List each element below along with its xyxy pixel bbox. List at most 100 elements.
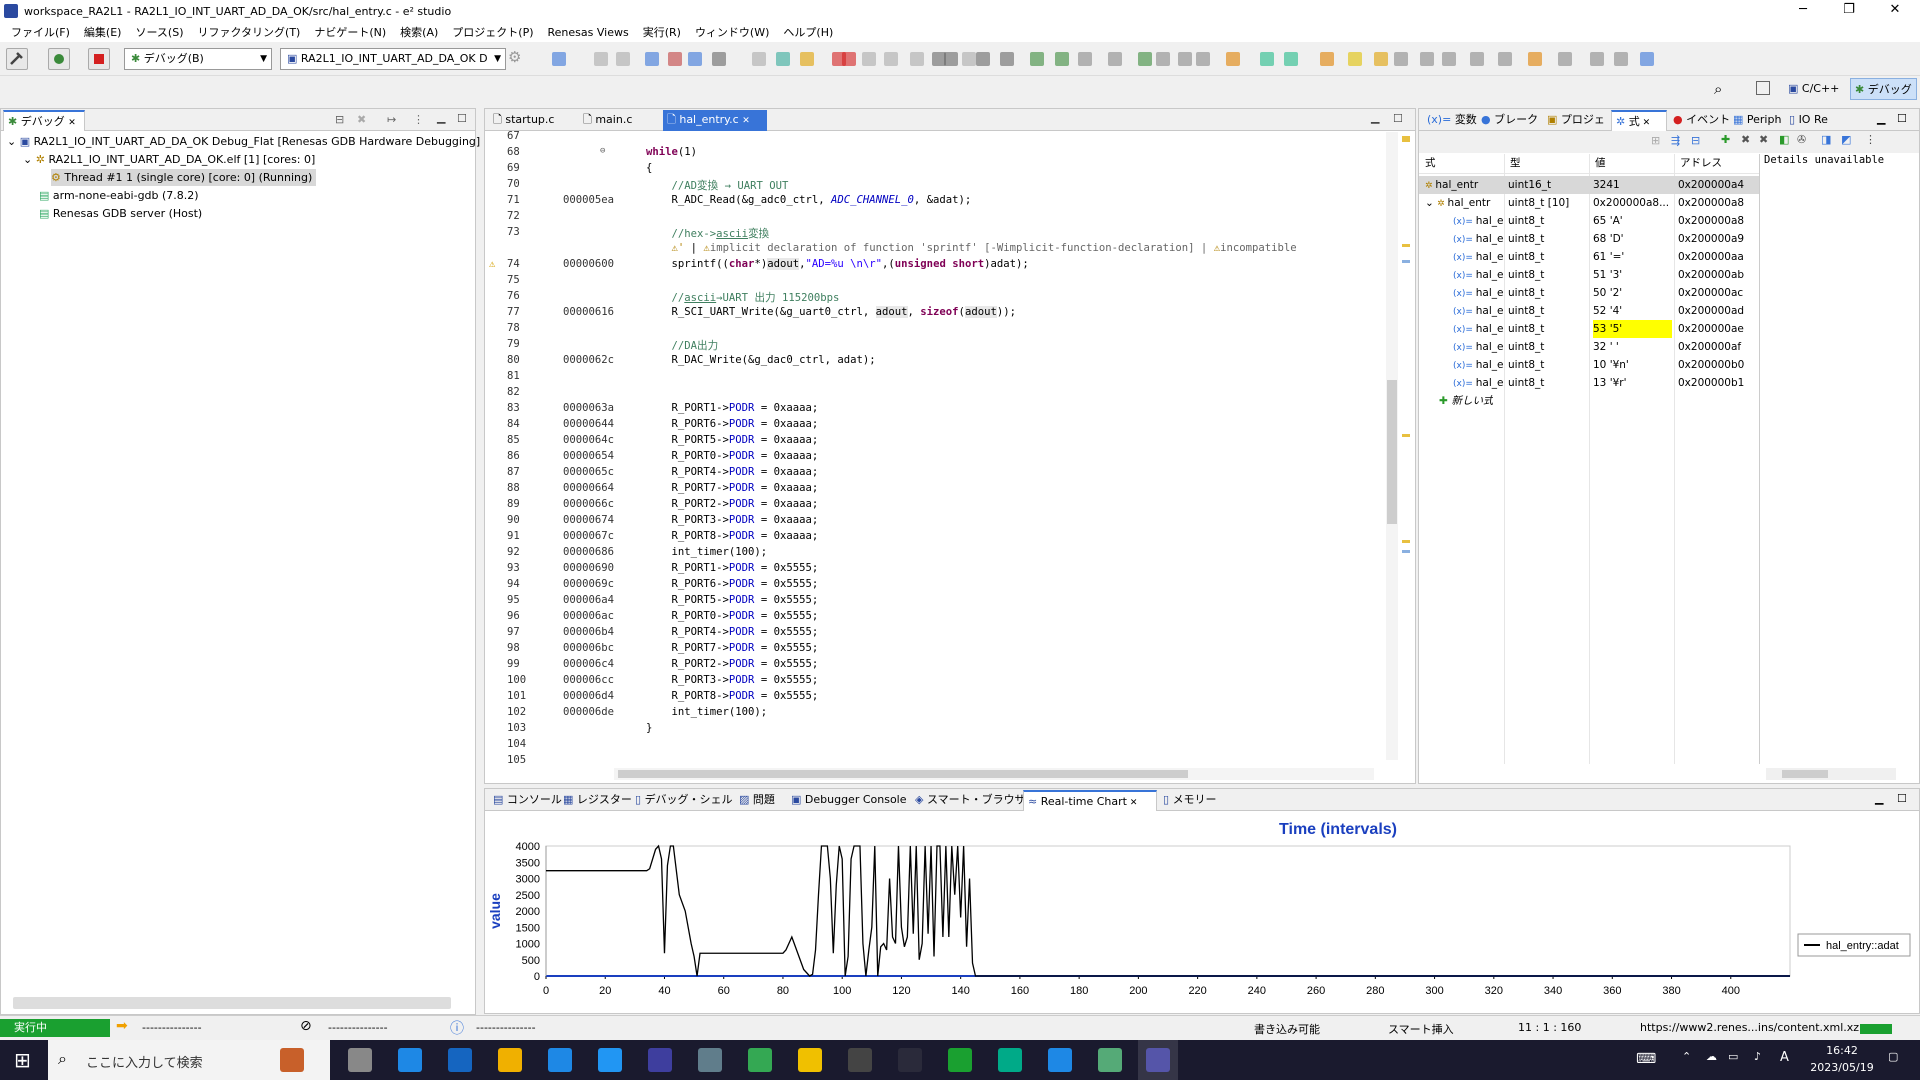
show-type-icon[interactable]: ⇶ bbox=[1671, 134, 1680, 147]
expression-row[interactable]: ⌄ ✲ hal_entr uint8_t [10] 0x200000a8... 0x2… bbox=[1419, 194, 1759, 212]
tab-variables[interactable]: (x)= 変数 bbox=[1423, 110, 1477, 131]
update-url[interactable]: https://www2.renes...ins/content.xml.xz bbox=[1640, 1021, 1859, 1034]
volume-icon[interactable]: ♪ bbox=[1754, 1050, 1761, 1063]
debug-launch-combo[interactable]: ✱ デバッグ(B) ▼ bbox=[124, 48, 272, 70]
occurrence-marker[interactable] bbox=[1402, 260, 1410, 263]
expression-row[interactable]: (x)= hal_e uint8_t 61 '=' 0x200000aa bbox=[1419, 248, 1759, 266]
close-icon[interactable]: ✕ bbox=[1127, 798, 1138, 808]
tab-debug[interactable]: ✱ デバッグ ✕ bbox=[3, 110, 85, 131]
realtime-icon[interactable]: ✇ bbox=[1797, 133, 1806, 146]
close-icon[interactable]: ✕ bbox=[742, 116, 750, 126]
toolbar-icon[interactable] bbox=[645, 52, 659, 66]
lightroom-icon[interactable] bbox=[898, 1048, 922, 1072]
toolbar-icon[interactable] bbox=[1260, 52, 1274, 66]
open-perspective-icon[interactable] bbox=[1756, 81, 1770, 95]
expression-row[interactable]: (x)= hal_e uint8_t 13 '¥r' 0x200000b1 bbox=[1419, 374, 1759, 392]
tab-hal-entry-c[interactable]: 🗋 hal_entry.c ✕ bbox=[663, 110, 767, 131]
toolbar-icon[interactable] bbox=[594, 52, 608, 66]
expression-row[interactable]: (x)= hal_e uint8_t 52 '4' 0x200000ad bbox=[1419, 302, 1759, 320]
search-icon[interactable]: ⌕ bbox=[1714, 80, 1722, 98]
new-expression-row[interactable]: ✚ 新しい式 bbox=[1439, 392, 1493, 410]
warning-icon[interactable]: ⚠ bbox=[489, 258, 495, 270]
toolbar-icon[interactable] bbox=[1055, 52, 1069, 66]
tree-launch[interactable]: ⌄ ▣ RA2L1_IO_INT_UART_AD_DA_OK Debug_Fla… bbox=[7, 133, 480, 150]
tab-debugger-console[interactable]: ▣ Debugger Console bbox=[787, 790, 909, 811]
windows-start-icon[interactable]: ⊞ bbox=[14, 1048, 31, 1072]
scroll-thumb[interactable] bbox=[1387, 380, 1397, 524]
task-view-icon[interactable] bbox=[348, 1048, 372, 1072]
chevron-up-icon[interactable]: ⌃ bbox=[1682, 1050, 1691, 1063]
menu-item[interactable]: 検索(A) bbox=[393, 24, 445, 40]
warning-marker[interactable] bbox=[1402, 244, 1410, 247]
toolbar-icon[interactable] bbox=[616, 52, 630, 66]
tree-elf[interactable]: ⌄ ✲ RA2L1_IO_INT_UART_AD_DA_OK.elf [1] [… bbox=[23, 151, 315, 168]
ime-indicator[interactable]: A bbox=[1780, 1050, 1789, 1065]
toolbar-icon[interactable] bbox=[688, 52, 702, 66]
expression-row[interactable]: (x)= hal_e uint8_t 50 '2' 0x200000ac bbox=[1419, 284, 1759, 302]
toolbar-icon[interactable] bbox=[1528, 52, 1542, 66]
tree-thread[interactable]: ⚙ Thread #1 1 (single core) [core: 0] (R… bbox=[51, 169, 317, 186]
toolbar-icon[interactable] bbox=[976, 52, 990, 66]
scroll-thumb[interactable] bbox=[618, 770, 1188, 778]
renesas-icon[interactable] bbox=[998, 1048, 1022, 1072]
toolbar-icon[interactable] bbox=[1108, 52, 1122, 66]
tab-events[interactable]: ● イベント bbox=[1669, 110, 1730, 131]
details-h-scrollbar[interactable] bbox=[1766, 768, 1896, 780]
remove-icon[interactable]: ✖ bbox=[357, 113, 366, 126]
calculator-icon[interactable] bbox=[698, 1048, 722, 1072]
toolbar-icon[interactable] bbox=[884, 52, 898, 66]
watch-icon[interactable]: ◧ bbox=[1779, 133, 1789, 146]
expression-row[interactable]: (x)= hal_e uint8_t 32 ' ' 0x200000af bbox=[1419, 338, 1759, 356]
editor-h-scrollbar[interactable] bbox=[614, 768, 1374, 780]
tab-project[interactable]: ▣ プロジェ bbox=[1543, 110, 1609, 131]
clock-date[interactable]: 2023/05/19 bbox=[1806, 1061, 1878, 1074]
v-scrollbar[interactable] bbox=[1386, 132, 1398, 760]
toolbar-icon[interactable] bbox=[1614, 52, 1628, 66]
menu-icon[interactable]: ⋮ bbox=[413, 113, 424, 126]
toolbar-icon[interactable] bbox=[776, 52, 790, 66]
minimize-icon[interactable]: ▁ bbox=[437, 111, 445, 124]
tab-main-c[interactable]: 🗋 main.c bbox=[579, 110, 643, 131]
edge-icon[interactable] bbox=[398, 1048, 422, 1072]
close-button[interactable]: ✕ bbox=[1872, 0, 1918, 22]
toolbar-icon[interactable] bbox=[1374, 52, 1388, 66]
menu-item[interactable]: ナビゲート(N) bbox=[307, 24, 393, 40]
fold-icon[interactable]: ⊖ bbox=[600, 146, 605, 156]
toolbar-icon[interactable] bbox=[1470, 52, 1484, 66]
warning-marker[interactable] bbox=[1402, 434, 1410, 437]
remove-all-icon[interactable]: ✖ bbox=[1759, 133, 1768, 146]
keyboard-icon[interactable]: ⌨ bbox=[1636, 1051, 1656, 1067]
menu-icon[interactable]: ⋮ bbox=[1865, 133, 1876, 146]
close-icon[interactable]: ✕ bbox=[68, 118, 76, 128]
tab-memory[interactable]: ▯ メモリー bbox=[1159, 790, 1217, 811]
tab-console[interactable]: ▤ コンソール bbox=[489, 790, 562, 811]
app-icon[interactable] bbox=[948, 1048, 972, 1072]
toolbar-icon[interactable] bbox=[1590, 52, 1604, 66]
expression-row[interactable]: (x)= hal_e uint8_t 51 '3' 0x200000ab bbox=[1419, 266, 1759, 284]
minimize-icon[interactable]: ▁ bbox=[1371, 111, 1379, 124]
add-expression-icon[interactable]: ✚ bbox=[1721, 133, 1730, 146]
launch-config-combo[interactable]: ▣ RA2L1_IO_INT_UART_AD_DA_OK D ▼ bbox=[280, 48, 506, 70]
toolbar-icon[interactable] bbox=[910, 52, 924, 66]
minimize-icon[interactable]: ▁ bbox=[1877, 112, 1885, 125]
word-icon[interactable] bbox=[1048, 1048, 1072, 1072]
warning-marker[interactable] bbox=[1402, 540, 1410, 543]
column-header[interactable]: アドレス bbox=[1680, 154, 1757, 172]
toolbar-icon[interactable] bbox=[752, 52, 766, 66]
h-scrollbar[interactable] bbox=[13, 997, 451, 1009]
perspective-debug[interactable]: ✱ デバッグ bbox=[1850, 78, 1917, 100]
close-icon[interactable]: ✕ bbox=[1640, 118, 1651, 128]
toolbar-icon[interactable] bbox=[1226, 52, 1240, 66]
toolbar-icon[interactable] bbox=[800, 52, 814, 66]
minimize-button[interactable]: ─ bbox=[1780, 0, 1826, 22]
expression-row[interactable]: (x)= hal_e uint8_t 53 '5' 0x200000ae bbox=[1419, 320, 1759, 338]
toolbar-icon[interactable] bbox=[1558, 52, 1572, 66]
e2-studio-icon[interactable] bbox=[648, 1048, 672, 1072]
step-icon[interactable]: ↦ bbox=[387, 113, 396, 126]
realtime-chart[interactable]: Time (intervals)value0500100015002000250… bbox=[486, 812, 1918, 1012]
tab-breakpoints[interactable]: ● ブレーク bbox=[1477, 110, 1539, 131]
toolbar-icon[interactable] bbox=[1320, 52, 1334, 66]
terminate-button[interactable] bbox=[88, 48, 110, 70]
pin-icon[interactable]: ◨ bbox=[1821, 133, 1831, 146]
toolbar-icon[interactable] bbox=[862, 52, 876, 66]
